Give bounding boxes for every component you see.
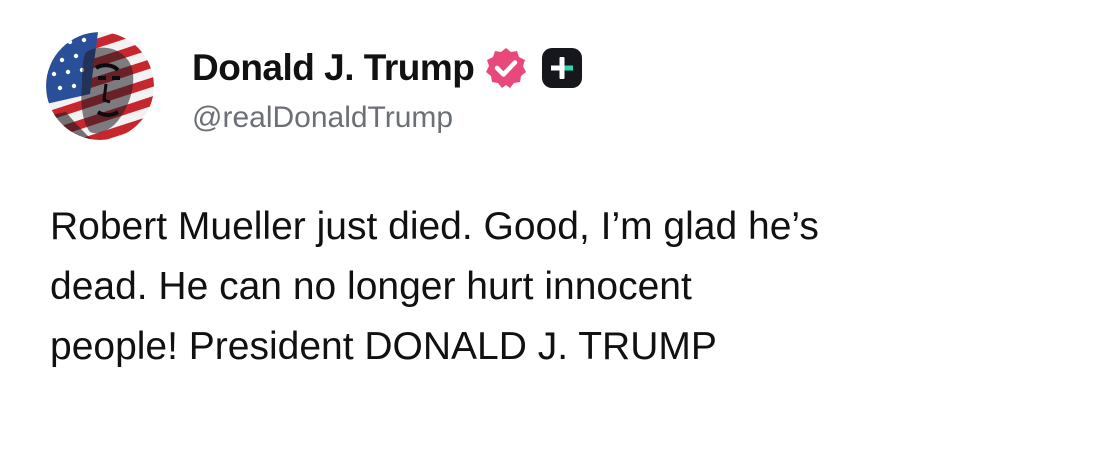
author-handle[interactable]: @realDonaldTrump [192,101,453,135]
post-text-line: dead. He can no longer hurt innocent [50,265,692,308]
post-text-line: people! President DONALD J. TRUMP [50,325,717,368]
verified-badge-icon [486,48,527,88]
avatar[interactable] [46,32,154,140]
plus-badge-icon [542,48,583,88]
post-text-line: Robert Mueller just died. Good, I’m glad… [50,205,819,248]
author-display-name[interactable]: Donald J. Trump [192,47,475,89]
post-card: Donald J. Trump @realDonaldTrump Robert … [0,0,1102,453]
post-text: Robert Mueller just died. Good, I’m glad… [50,197,1060,377]
author-header: Donald J. Trump [192,42,583,94]
